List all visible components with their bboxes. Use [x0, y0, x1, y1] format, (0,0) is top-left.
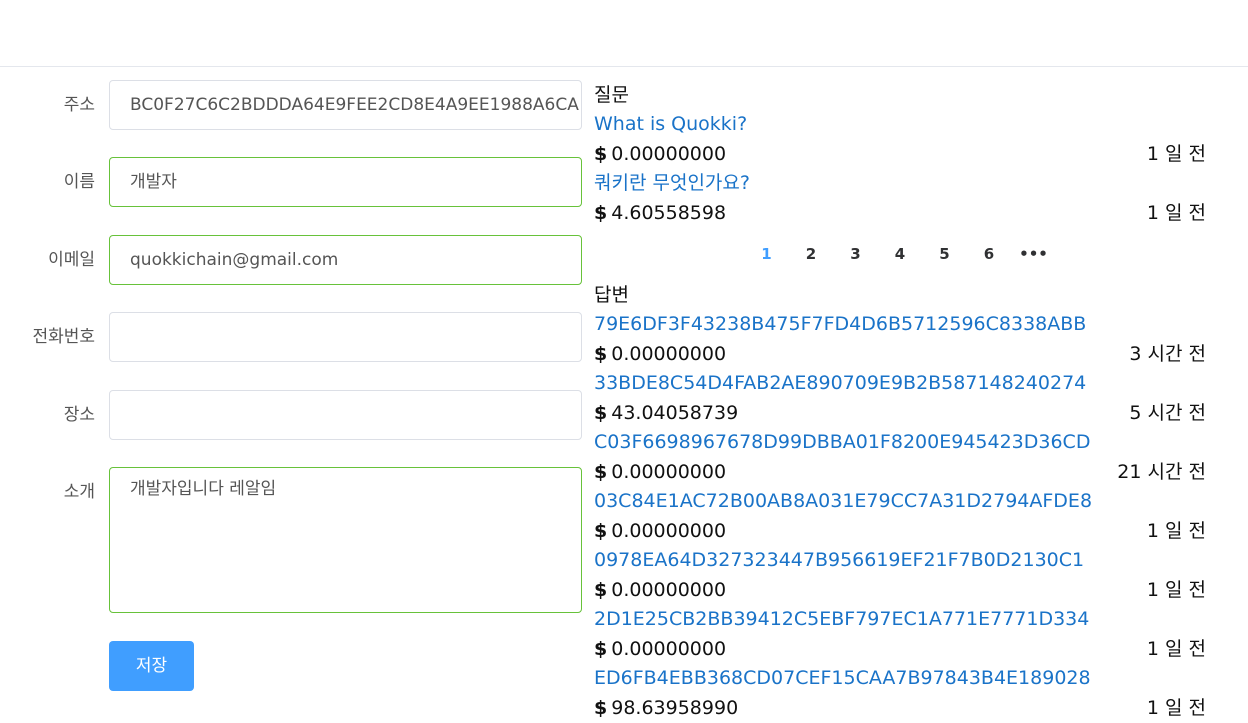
answer-link[interactable]: C03F6698967678D99DBBA01F8200E945423D36CD: [594, 428, 1206, 457]
address-label: 주소: [63, 95, 95, 115]
question-amount: 4.60558598: [611, 202, 727, 224]
top-header-bar: [0, 0, 1248, 67]
question-meta: $4.60558598 1 일 전: [594, 198, 1206, 228]
answer-time: 3 시간 전: [1129, 343, 1206, 365]
answer-amount: 0.00000000: [611, 638, 727, 660]
answer-link[interactable]: 0978EA64D327323447B956619EF21F7B0D2130C1: [594, 546, 1206, 575]
answer-meta: $0.00000000 3 시간 전: [594, 339, 1206, 369]
page-1-button[interactable]: 1: [744, 245, 789, 263]
page-6-button[interactable]: 6: [967, 245, 1012, 263]
question-link[interactable]: 쿼키란 무엇인가요?: [594, 169, 1206, 198]
dollar-icon: $: [594, 461, 608, 483]
address-field[interactable]: BC0F27C6C2BDDDA64E9FEE2CD8E4A9EE1988A6CA: [109, 80, 582, 130]
save-button[interactable]: 저장: [109, 641, 194, 691]
answer-link[interactable]: 2D1E25CB2BB39412C5EBF797EC1A771E7771D334: [594, 605, 1206, 634]
answer-item: 79E6DF3F43238B475F7FD4D6B5712596C8338ABB…: [594, 310, 1206, 369]
question-meta: $0.00000000 1 일 전: [594, 139, 1206, 169]
place-field[interactable]: [109, 390, 582, 440]
answer-amount: 0.00000000: [611, 579, 727, 601]
answers-title: 답변: [594, 284, 629, 306]
questions-title: 질문: [594, 84, 629, 106]
dollar-icon: $: [594, 579, 608, 601]
dollar-icon: $: [594, 697, 608, 719]
answer-amount: 43.04058739: [611, 402, 739, 424]
question-amount: 0.00000000: [611, 143, 727, 165]
answer-amount: 98.63958990: [611, 697, 739, 719]
page-4-button[interactable]: 4: [878, 245, 923, 263]
answer-meta: $98.63958990 1 일 전: [594, 693, 1206, 723]
question-item: 쿼키란 무엇인가요? $4.60558598 1 일 전: [594, 169, 1206, 228]
email-field[interactable]: quokkichain@gmail.com: [109, 235, 582, 285]
answer-link[interactable]: 79E6DF3F43238B475F7FD4D6B5712596C8338ABB: [594, 310, 1206, 339]
place-label: 장소: [63, 405, 95, 425]
answer-link[interactable]: 03C84E1AC72B00AB8A031E79CC7A31D2794AFDE8: [594, 487, 1206, 516]
answer-time: 1 일 전: [1146, 697, 1206, 719]
answer-amount: 0.00000000: [611, 343, 727, 365]
page-3-button[interactable]: 3: [833, 245, 878, 263]
dollar-icon: $: [594, 402, 608, 424]
answer-item: ED6FB4EBB368CD07CEF15CAA7B97843B4E189028…: [594, 664, 1206, 723]
name-field[interactable]: 개발자: [109, 157, 582, 207]
intro-textarea[interactable]: 개발자입니다 레알임: [109, 467, 582, 613]
answer-meta: $0.00000000 1 일 전: [594, 575, 1206, 605]
answer-item: 33BDE8C54D4FAB2AE890709E9B2B587148240274…: [594, 369, 1206, 428]
dollar-icon: $: [594, 520, 608, 542]
email-label: 이메일: [48, 250, 95, 270]
answer-time: 21 시간 전: [1117, 461, 1206, 483]
phone-label: 전화번호: [32, 327, 95, 347]
intro-label: 소개: [63, 482, 95, 502]
answer-item: 03C84E1AC72B00AB8A031E79CC7A31D2794AFDE8…: [594, 487, 1206, 546]
page-5-button[interactable]: 5: [922, 245, 967, 263]
answer-item: C03F6698967678D99DBBA01F8200E945423D36CD…: [594, 428, 1206, 487]
question-time: 1 일 전: [1146, 202, 1206, 224]
question-time: 1 일 전: [1146, 143, 1206, 165]
dollar-icon: $: [594, 343, 608, 365]
answer-amount: 0.00000000: [611, 520, 727, 542]
page-2-button[interactable]: 2: [789, 245, 834, 263]
answer-amount: 0.00000000: [611, 461, 727, 483]
answer-time: 5 시간 전: [1129, 402, 1206, 424]
answer-time: 1 일 전: [1146, 579, 1206, 601]
dollar-icon: $: [594, 638, 608, 660]
dollar-icon: $: [594, 202, 608, 224]
more-pages-icon[interactable]: •••: [1011, 245, 1056, 263]
answer-meta: $43.04058739 5 시간 전: [594, 398, 1206, 428]
answer-meta: $0.00000000 1 일 전: [594, 634, 1206, 664]
answer-time: 1 일 전: [1146, 520, 1206, 542]
answer-meta: $0.00000000 1 일 전: [594, 516, 1206, 546]
dollar-icon: $: [594, 143, 608, 165]
phone-field[interactable]: [109, 312, 582, 362]
question-link[interactable]: What is Quokki?: [594, 110, 1206, 139]
answer-item: 0978EA64D327323447B956619EF21F7B0D2130C1…: [594, 546, 1206, 605]
pagination: 1 2 3 4 5 6 •••: [594, 228, 1206, 280]
question-item: What is Quokki? $0.00000000 1 일 전: [594, 110, 1206, 169]
answer-link[interactable]: ED6FB4EBB368CD07CEF15CAA7B97843B4E189028: [594, 664, 1206, 693]
answer-item: 2D1E25CB2BB39412C5EBF797EC1A771E7771D334…: [594, 605, 1206, 664]
name-label: 이름: [63, 172, 95, 192]
answer-meta: $0.00000000 21 시간 전: [594, 457, 1206, 487]
answer-time: 1 일 전: [1146, 638, 1206, 660]
answer-link[interactable]: 33BDE8C54D4FAB2AE890709E9B2B587148240274: [594, 369, 1206, 398]
activity-panel: 질문 What is Quokki? $0.00000000 1 일 전 쿼키란…: [594, 80, 1206, 723]
